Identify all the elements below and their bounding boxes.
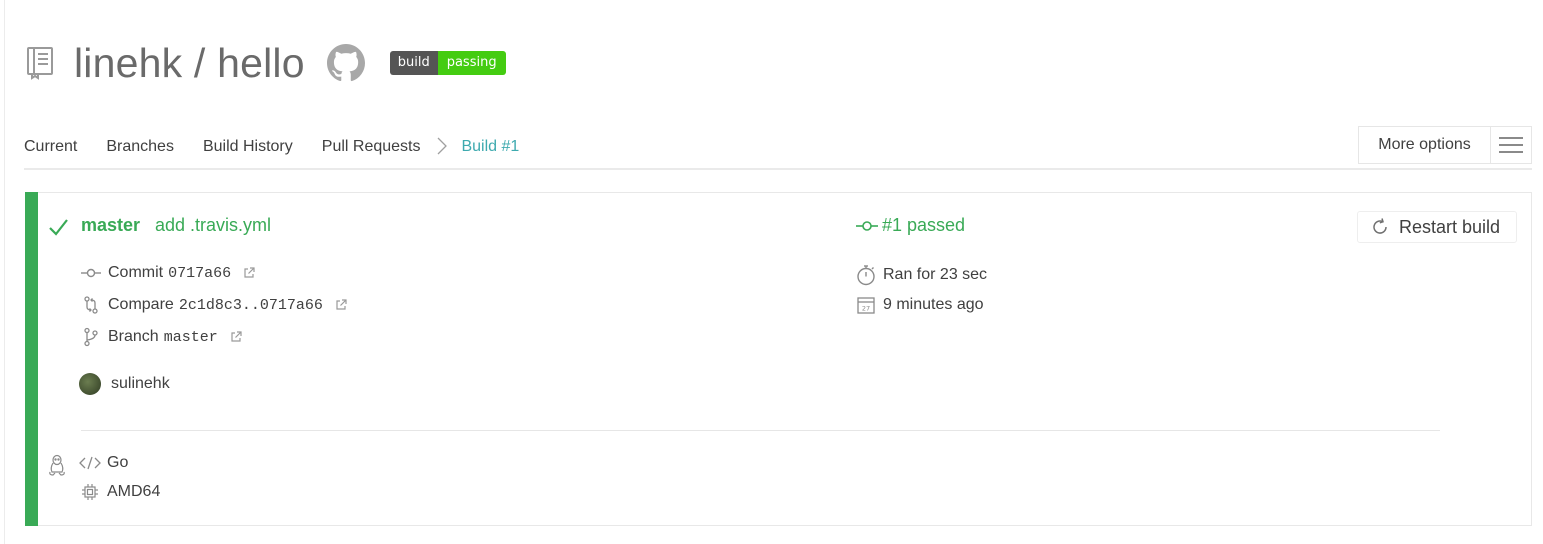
- branch-icon: [80, 327, 102, 347]
- build-number-status[interactable]: #1 passed: [856, 215, 965, 236]
- build-commit-message[interactable]: add .travis.yml: [155, 215, 271, 236]
- author-row: sulinehk: [79, 373, 170, 395]
- duration-text: Ran for 23 sec: [883, 266, 988, 283]
- arch-row: AMD64: [79, 483, 160, 501]
- code-icon: [79, 456, 101, 470]
- commit-icon: [856, 220, 878, 231]
- repo-owner[interactable]: linehk: [74, 40, 182, 86]
- finished-text: 9 minutes ago: [883, 296, 984, 313]
- repo-header: linehk / hello build passing: [26, 38, 506, 88]
- badge-label: build: [389, 51, 438, 75]
- tab-build-history[interactable]: Build History: [203, 128, 293, 156]
- external-link-icon[interactable]: [230, 331, 242, 343]
- compare-row: Compare 2c1d8c3..0717a66: [80, 295, 347, 315]
- repo-name[interactable]: hello: [217, 40, 305, 86]
- build-card: [25, 192, 1532, 526]
- restart-build-button[interactable]: Restart build: [1357, 211, 1517, 243]
- calendar-icon: 27: [855, 295, 877, 315]
- commit-label: Commit: [108, 264, 164, 281]
- badge-value: passing: [437, 51, 506, 75]
- build-status-badge[interactable]: build passing: [389, 51, 506, 75]
- tab-build-1[interactable]: Build #1: [461, 128, 520, 170]
- branch-row: Branch master: [80, 327, 242, 347]
- hamburger-icon[interactable]: [1491, 137, 1531, 153]
- tab-branches[interactable]: Branches: [106, 128, 174, 156]
- arch-text: AMD64: [107, 483, 161, 500]
- chevron-right-icon: [435, 128, 449, 163]
- restart-icon: [1373, 218, 1387, 234]
- language-row: Go: [79, 454, 128, 472]
- branch-label: Branch: [108, 328, 159, 345]
- commit-sha[interactable]: 0717a66: [168, 265, 231, 282]
- tab-pull-requests[interactable]: Pull Requests: [322, 128, 421, 156]
- avatar: [79, 373, 101, 395]
- duration-row: Ran for 23 sec: [855, 264, 987, 286]
- check-icon: [47, 216, 69, 238]
- tabs-divider: [24, 168, 1532, 170]
- external-link-icon[interactable]: [243, 267, 255, 279]
- linux-tux-icon: [48, 454, 66, 481]
- stopwatch-icon: [855, 264, 877, 286]
- external-link-icon[interactable]: [335, 299, 347, 311]
- author-name: sulinehk: [111, 375, 170, 392]
- more-options-label: More options: [1359, 127, 1491, 163]
- more-options-button[interactable]: More options: [1358, 126, 1532, 164]
- compare-icon: [80, 295, 102, 315]
- restart-build-label: Restart build: [1399, 216, 1501, 237]
- compare-range[interactable]: 2c1d8c3..0717a66: [179, 297, 323, 314]
- build-branch[interactable]: master: [81, 215, 140, 236]
- cpu-chip-icon: [79, 483, 101, 501]
- repo-tabs: Current Branches Build History Pull Requ…: [24, 128, 548, 170]
- build-status-text: #1 passed: [882, 215, 966, 235]
- calendar-day: 27: [862, 305, 870, 313]
- commit-row: Commit 0717a66: [80, 264, 255, 282]
- repo-book-icon: [26, 45, 56, 81]
- commit-icon: [80, 267, 102, 279]
- compare-label: Compare: [108, 296, 174, 313]
- build-status-stripe: [25, 192, 38, 526]
- finished-row: 27 9 minutes ago: [855, 295, 984, 315]
- card-divider: [81, 430, 1440, 431]
- branch-value[interactable]: master: [164, 329, 218, 346]
- left-edge-line: [4, 0, 5, 544]
- github-icon[interactable]: [326, 44, 365, 82]
- language-text: Go: [107, 454, 129, 471]
- repo-separator: /: [182, 39, 218, 86]
- repo-title[interactable]: linehk / hello: [74, 40, 305, 87]
- tab-current[interactable]: Current: [24, 128, 77, 156]
